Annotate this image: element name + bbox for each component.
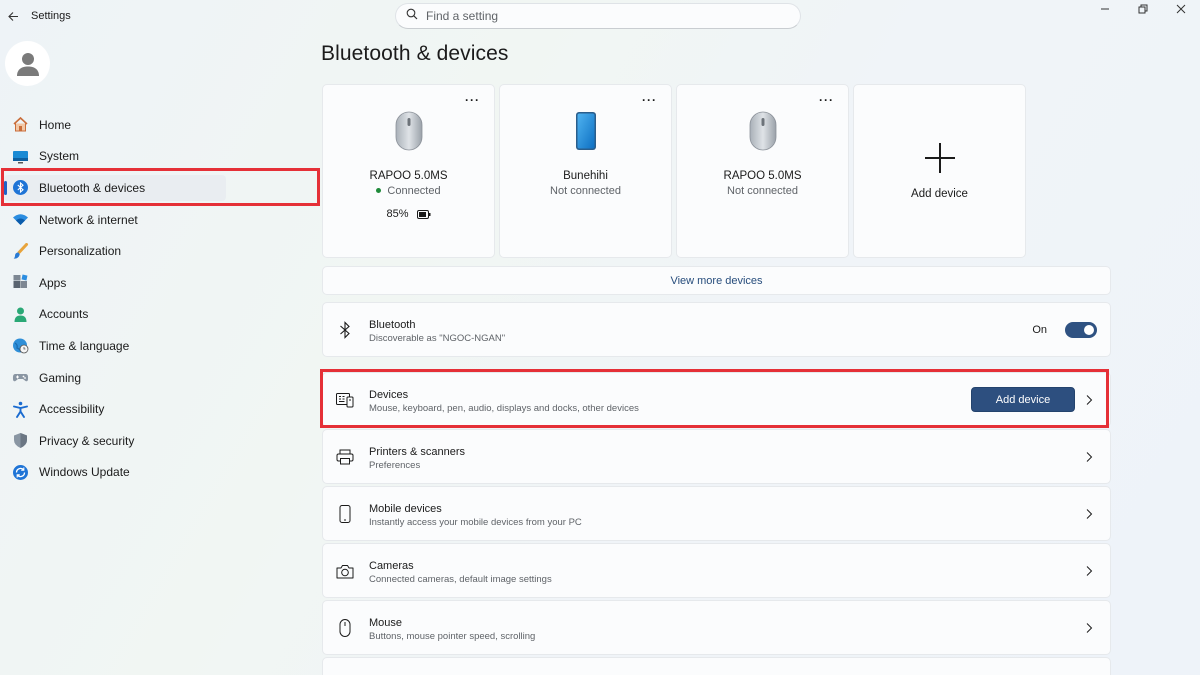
row-subtitle: Instantly access your mobile devices fro… bbox=[369, 517, 582, 528]
search-icon bbox=[406, 7, 418, 25]
system-icon bbox=[12, 148, 29, 165]
sidebar-item-label: System bbox=[39, 149, 80, 164]
user-avatar-icon bbox=[16, 52, 39, 76]
device-card[interactable]: ··· RAPOO 5.0MS Not connected bbox=[676, 84, 849, 258]
printer-icon bbox=[336, 448, 354, 466]
sidebar-item-privacy[interactable]: Privacy & security bbox=[0, 425, 320, 457]
highlight-box-sidebar bbox=[1, 168, 320, 206]
accessibility-icon bbox=[12, 401, 29, 418]
close-icon[interactable] bbox=[1162, 0, 1200, 18]
avatar[interactable] bbox=[5, 41, 50, 86]
mobile-devices-row[interactable]: Mobile devices Instantly access your mob… bbox=[322, 486, 1111, 541]
device-status: Connected bbox=[323, 185, 494, 197]
row-title: Mouse bbox=[369, 617, 403, 629]
shield-icon bbox=[12, 432, 29, 449]
add-device-card[interactable]: Add device bbox=[853, 84, 1026, 258]
mouse-icon bbox=[323, 111, 494, 151]
connected-dot bbox=[376, 187, 382, 193]
chevron-right-icon bbox=[1086, 509, 1093, 519]
gamepad-icon bbox=[12, 369, 29, 386]
sidebar-item-accessibility[interactable]: Accessibility bbox=[0, 393, 320, 425]
sidebar-item-label: Privacy & security bbox=[39, 433, 135, 448]
sidebar-item-network[interactable]: Network & internet bbox=[0, 204, 320, 236]
camera-icon bbox=[336, 562, 354, 580]
app-title: Settings bbox=[31, 10, 71, 22]
page-title: Bluetooth & devices bbox=[321, 42, 509, 65]
add-device-label: Add device bbox=[911, 188, 968, 200]
device-card[interactable]: ··· RAPOO 5.0MS Connected 85% bbox=[322, 84, 495, 258]
device-status: Not connected bbox=[727, 185, 798, 197]
chevron-right-icon bbox=[1086, 623, 1093, 633]
more-options-icon[interactable]: ··· bbox=[819, 93, 834, 107]
sidebar-item-label: Apps bbox=[39, 275, 67, 290]
sidebar-item-time-language[interactable]: Time & language bbox=[0, 330, 320, 362]
bluetooth-row: Bluetooth Discoverable as "NGOC-NGAN" On bbox=[322, 302, 1111, 357]
row-subtitle: Buttons, mouse pointer speed, scrolling bbox=[369, 631, 536, 642]
device-card[interactable]: ··· Bunehihi Not connected bbox=[499, 84, 672, 258]
chevron-right-icon bbox=[1086, 566, 1093, 576]
device-name: RAPOO 5.0MS bbox=[723, 170, 802, 182]
sidebar-item-apps[interactable]: Apps bbox=[0, 267, 320, 299]
search-input[interactable] bbox=[426, 9, 766, 23]
search-box[interactable] bbox=[395, 3, 801, 29]
mouse-row[interactable]: Mouse Buttons, mouse pointer speed, scro… bbox=[322, 600, 1111, 655]
battery-level: 85% bbox=[323, 208, 494, 220]
sidebar-item-label: Time & language bbox=[39, 338, 130, 353]
cameras-row[interactable]: Cameras Connected cameras, default image… bbox=[322, 543, 1111, 598]
update-icon bbox=[12, 464, 29, 481]
chevron-right-icon bbox=[1086, 452, 1093, 462]
sidebar-item-label: Network & internet bbox=[39, 212, 138, 227]
sidebar-item-windows-update[interactable]: Windows Update bbox=[0, 457, 320, 489]
sidebar: Home System Bluetooth & devices Network … bbox=[0, 109, 320, 488]
phone-icon bbox=[500, 111, 671, 151]
sidebar-item-label: Accessibility bbox=[39, 402, 105, 417]
minimize-icon[interactable] bbox=[1086, 0, 1124, 18]
device-name: RAPOO 5.0MS bbox=[369, 170, 448, 182]
printers-scanners-row[interactable]: Printers & scanners Preferences bbox=[322, 429, 1111, 484]
sidebar-item-label: Personalization bbox=[39, 244, 122, 259]
sidebar-item-accounts[interactable]: Accounts bbox=[0, 299, 320, 331]
window-controls bbox=[1086, 0, 1200, 20]
row-title: Printers & scanners bbox=[369, 446, 465, 458]
battery-icon bbox=[416, 209, 431, 219]
row-title: Cameras bbox=[369, 560, 414, 572]
device-status-text: Connected bbox=[387, 185, 441, 197]
row-subtitle: Discoverable as "NGOC-NGAN" bbox=[369, 333, 506, 344]
sidebar-item-label: Windows Update bbox=[39, 465, 130, 480]
view-more-devices-button[interactable]: View more devices bbox=[322, 266, 1111, 295]
wifi-icon bbox=[12, 211, 29, 228]
device-status: Not connected bbox=[550, 185, 621, 197]
home-icon bbox=[12, 116, 29, 133]
next-settings-row[interactable] bbox=[322, 657, 1111, 675]
restore-icon[interactable] bbox=[1124, 0, 1162, 18]
sidebar-item-label: Home bbox=[39, 117, 72, 132]
sidebar-item-gaming[interactable]: Gaming bbox=[0, 362, 320, 394]
row-title: Mobile devices bbox=[369, 503, 442, 515]
toggle-state-label: On bbox=[1032, 324, 1047, 336]
highlight-box-devices bbox=[320, 369, 1109, 428]
sidebar-item-label: Gaming bbox=[39, 370, 82, 385]
more-options-icon[interactable]: ··· bbox=[465, 93, 480, 107]
back-arrow-icon[interactable] bbox=[4, 7, 22, 25]
bluetooth-toggle[interactable] bbox=[1065, 322, 1097, 338]
toggle-knob bbox=[1084, 325, 1094, 335]
device-name: Bunehihi bbox=[563, 170, 608, 182]
sidebar-item-label: Accounts bbox=[39, 307, 89, 322]
apps-icon bbox=[12, 274, 29, 291]
row-title: Bluetooth bbox=[369, 319, 416, 331]
bluetooth-symbol-icon bbox=[336, 321, 354, 339]
plus-icon bbox=[854, 141, 1025, 175]
person-icon bbox=[12, 306, 29, 323]
sidebar-item-home[interactable]: Home bbox=[0, 109, 320, 141]
battery-percent: 85% bbox=[386, 208, 409, 220]
paintbrush-icon bbox=[12, 242, 29, 260]
mouse-outline-icon bbox=[336, 619, 354, 637]
sidebar-item-personalization[interactable]: Personalization bbox=[0, 235, 320, 267]
row-subtitle: Connected cameras, default image setting… bbox=[369, 574, 552, 585]
globe-clock-icon bbox=[12, 337, 29, 354]
more-options-icon[interactable]: ··· bbox=[642, 93, 657, 107]
row-subtitle: Preferences bbox=[369, 460, 421, 471]
mouse-icon bbox=[677, 111, 848, 151]
mobile-phone-icon bbox=[336, 505, 354, 523]
